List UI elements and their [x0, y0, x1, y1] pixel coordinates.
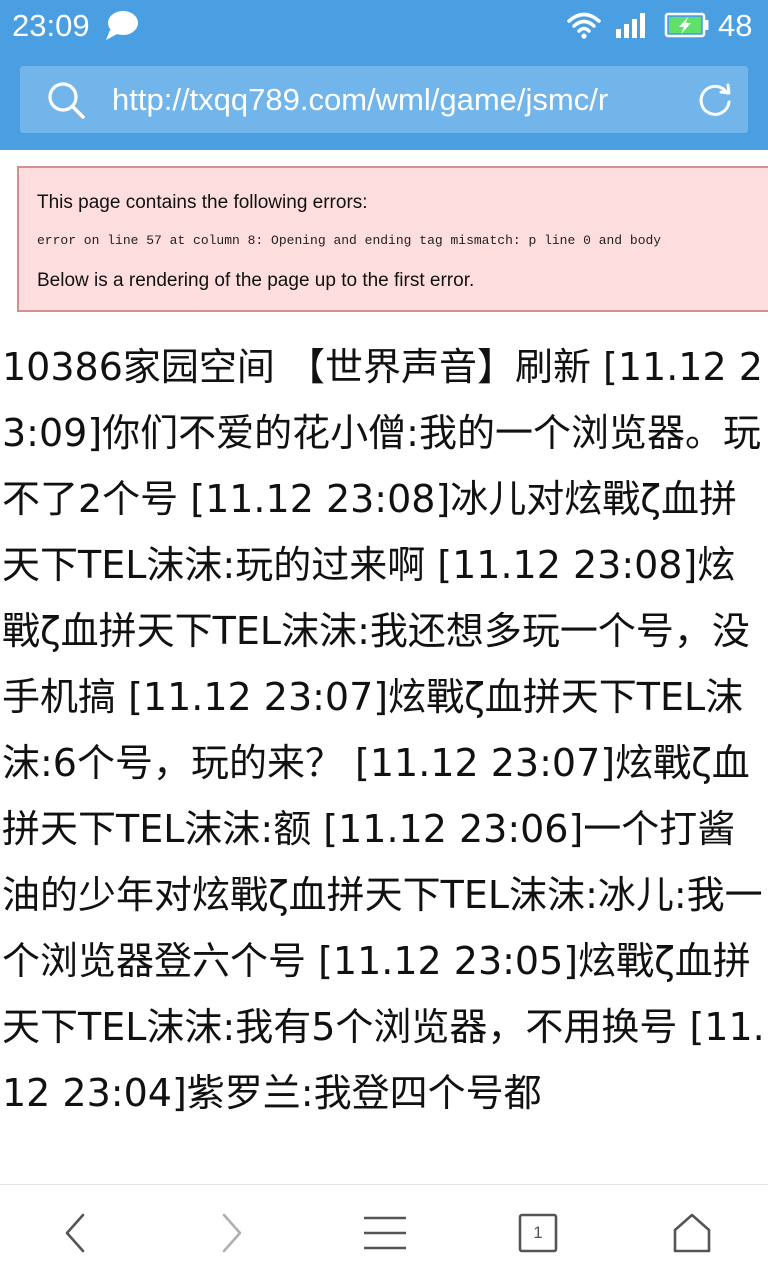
status-time: 23:09 — [12, 8, 90, 43]
error-footer: Below is a rendering of the page up to t… — [37, 270, 475, 291]
status-bar: 23:09 48 — [0, 0, 768, 52]
world-voice-messages: 10386家园空间 【世界声音】刷新 [11.12 23:09]你们不爱的花小僧… — [2, 345, 765, 1115]
chat-bubble-icon — [106, 11, 138, 40]
error-detail: error on line 57 at column 8: Opening an… — [37, 233, 662, 248]
tabs-button[interactable]: 1 — [478, 1185, 598, 1280]
menu-icon — [364, 1216, 406, 1250]
reload-icon[interactable] — [696, 81, 734, 119]
browser-screen: 23:09 48 http://txqq789.com/wml/game/jsm… — [0, 0, 768, 1280]
wifi-icon — [567, 12, 601, 39]
tab-count: 1 — [533, 1223, 543, 1242]
browser-header: 23:09 48 http://txqq789.com/wml/game/jsm… — [0, 0, 768, 150]
back-icon — [65, 1213, 85, 1253]
battery-charging-icon — [664, 12, 709, 38]
search-icon[interactable] — [46, 80, 86, 120]
menu-button[interactable] — [325, 1185, 445, 1280]
back-button[interactable] — [15, 1185, 135, 1280]
error-title: This page contains the following errors: — [37, 192, 368, 213]
page-content: 10386家园空间 【世界声音】刷新 [11.12 23:09]你们不爱的花小僧… — [0, 334, 768, 1184]
forward-icon — [222, 1213, 242, 1253]
signal-icon — [616, 13, 645, 38]
home-icon — [673, 1213, 711, 1253]
bottom-toolbar: 1 — [0, 1184, 768, 1280]
parser-error-box: This page contains the following errors:… — [17, 166, 768, 312]
home-button[interactable] — [632, 1185, 752, 1280]
battery-level: 48 — [718, 8, 753, 43]
forward-button[interactable] — [172, 1185, 292, 1280]
url-field[interactable]: http://txqq789.com/wml/game/jsmc/r — [112, 79, 652, 121]
address-bar[interactable]: http://txqq789.com/wml/game/jsmc/r — [20, 66, 748, 133]
